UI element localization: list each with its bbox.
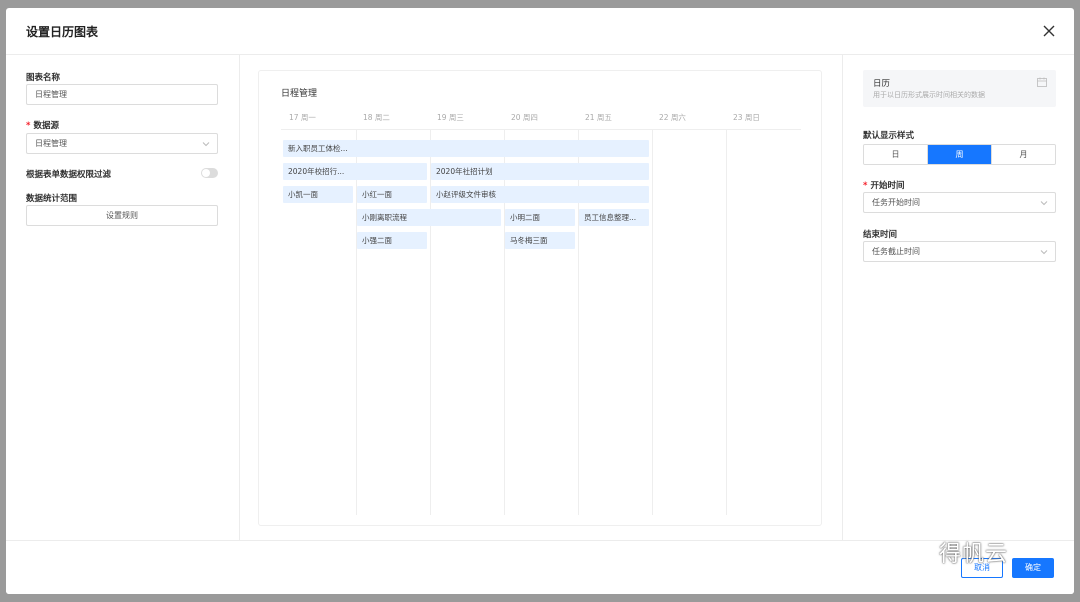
stats-range-label: 数据统计范围 — [26, 194, 78, 204]
calendar-event[interactable]: 2020年校招行... — [283, 163, 427, 180]
calendar-event[interactable]: 2020年社招计划 — [431, 163, 649, 180]
day-header: 18 周二 — [363, 113, 390, 122]
required-mark: * — [863, 181, 868, 191]
permission-filter-label: 根据表单数据权限过滤 — [26, 170, 112, 180]
start-time-select[interactable]: 任务开始时间 — [863, 192, 1056, 213]
datasource-select[interactable]: 日程管理 — [26, 133, 218, 154]
right-settings-panel: 日历 用于以日历形式展示时间相关的数据 默认显示样式 日周月 * 开始时间 任务开… — [842, 55, 1074, 540]
calendar-event[interactable]: 小红一面 — [357, 186, 427, 203]
chart-type-card: 日历 用于以日历形式展示时间相关的数据 — [863, 70, 1056, 107]
end-time-value: 任务截止时间 — [872, 247, 920, 256]
start-time-label-text: 开始时间 — [870, 181, 905, 191]
end-time-select[interactable]: 任务截止时间 — [863, 241, 1056, 262]
day-header: 17 周一 — [289, 113, 316, 122]
modal-title: 设置日历图表 — [26, 25, 99, 39]
calendar-event[interactable]: 员工信息整理... — [579, 209, 649, 226]
chart-preview-panel: 日程管理 17 周一 18 周二 19 周三 20 周四 21 周五 22 周六 23 周日… — [240, 55, 842, 540]
preview-title: 日程管理 — [281, 89, 318, 99]
calendar-event[interactable]: 小强二面 — [357, 232, 427, 249]
chevron-down-icon — [1040, 250, 1048, 255]
chart-name-input[interactable]: 日程管理 — [26, 84, 218, 105]
day-column-divider — [726, 129, 727, 515]
calendar-event[interactable]: 小赵评级文件审核 — [431, 186, 649, 203]
view-option[interactable]: 周 — [928, 145, 992, 164]
modal-header: 设置日历图表 — [6, 8, 1074, 55]
calendar-icon — [1037, 77, 1047, 87]
day-header: 21 周五 — [585, 113, 612, 122]
day-header: 19 周三 — [437, 113, 464, 122]
close-icon — [1043, 25, 1055, 37]
calendar-preview-card: 日程管理 17 周一 18 周二 19 周三 20 周四 21 周五 22 周六 23 周日… — [258, 70, 822, 526]
header-divider — [281, 129, 801, 130]
view-option[interactable]: 日 — [864, 145, 928, 164]
chart-name-label: 图表名称 — [26, 73, 61, 83]
end-time-label: 结束时间 — [863, 230, 898, 240]
calendar-event[interactable]: 马冬梅三面 — [505, 232, 575, 249]
chevron-down-icon — [1040, 201, 1048, 206]
day-header: 22 周六 — [659, 113, 686, 122]
day-header: 23 周日 — [733, 113, 760, 122]
view-option[interactable]: 月 — [992, 145, 1055, 164]
chart-type-title: 日历 — [873, 79, 891, 89]
day-header: 20 周四 — [511, 113, 538, 122]
chart-type-desc: 用于以日历形式展示时间相关的数据 — [873, 91, 985, 99]
chart-settings-modal: 设置日历图表 图表名称 日程管理 * 数据源 日程管理 根据表单数据权限过滤 数据… — [6, 8, 1074, 594]
datasource-label-text: 数据源 — [33, 121, 59, 131]
view-mode-segmented: 日周月 — [863, 144, 1056, 165]
permission-filter-toggle[interactable] — [201, 168, 218, 178]
calendar-event[interactable]: 小刚离职流程 — [357, 209, 501, 226]
chevron-down-icon — [202, 142, 210, 147]
calendar-event[interactable]: 新入职员工体检... — [283, 140, 649, 157]
calendar-event[interactable]: 小明二面 — [505, 209, 575, 226]
required-mark: * — [26, 121, 31, 131]
default-view-label: 默认显示样式 — [863, 131, 915, 141]
datasource-label: * 数据源 — [26, 119, 59, 131]
start-time-label: * 开始时间 — [863, 179, 904, 191]
calendar-event[interactable]: 小凯一面 — [283, 186, 353, 203]
toggle-knob — [202, 169, 210, 177]
watermark: 得帆云 — [903, 532, 1008, 572]
start-time-value: 任务开始时间 — [872, 198, 920, 207]
left-settings-panel: 图表名称 日程管理 * 数据源 日程管理 根据表单数据权限过滤 数据统计范围 设置… — [6, 55, 240, 540]
ok-button[interactable]: 确定 — [1012, 558, 1054, 578]
watermark-text: 得帆云 — [939, 542, 1009, 567]
close-button[interactable] — [1038, 20, 1060, 42]
set-rule-button[interactable]: 设置规则 — [26, 205, 218, 226]
day-column-divider — [652, 129, 653, 515]
wechat-icon — [903, 541, 932, 563]
datasource-select-value: 日程管理 — [35, 139, 67, 148]
